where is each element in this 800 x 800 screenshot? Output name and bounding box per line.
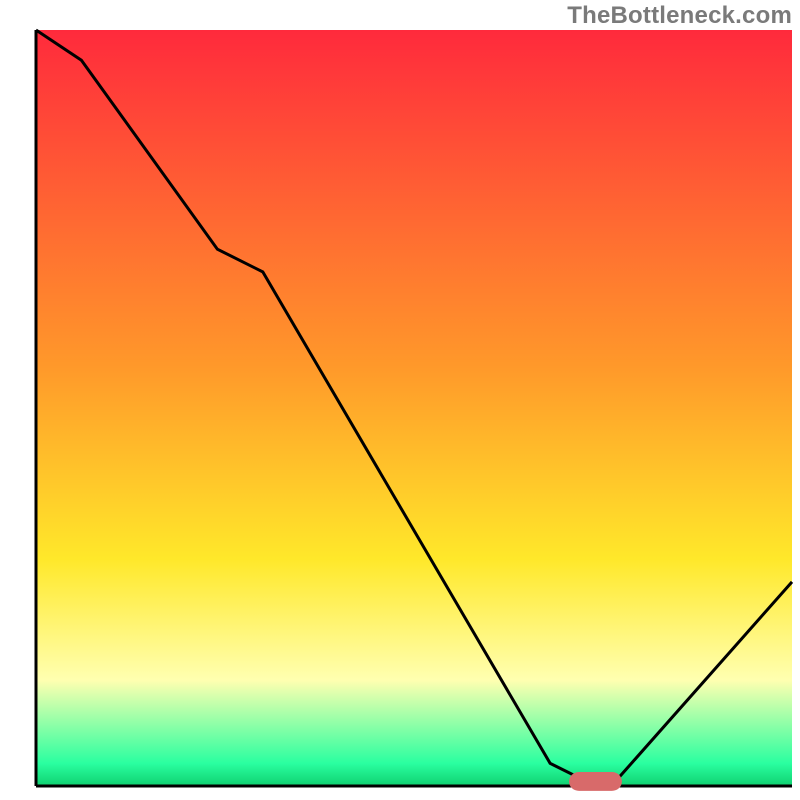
target-marker xyxy=(569,772,622,791)
chart-stage: TheBottleneck.com xyxy=(0,0,800,800)
bottleneck-chart xyxy=(0,0,800,800)
gradient-background xyxy=(36,30,792,786)
watermark-text: TheBottleneck.com xyxy=(567,2,792,30)
